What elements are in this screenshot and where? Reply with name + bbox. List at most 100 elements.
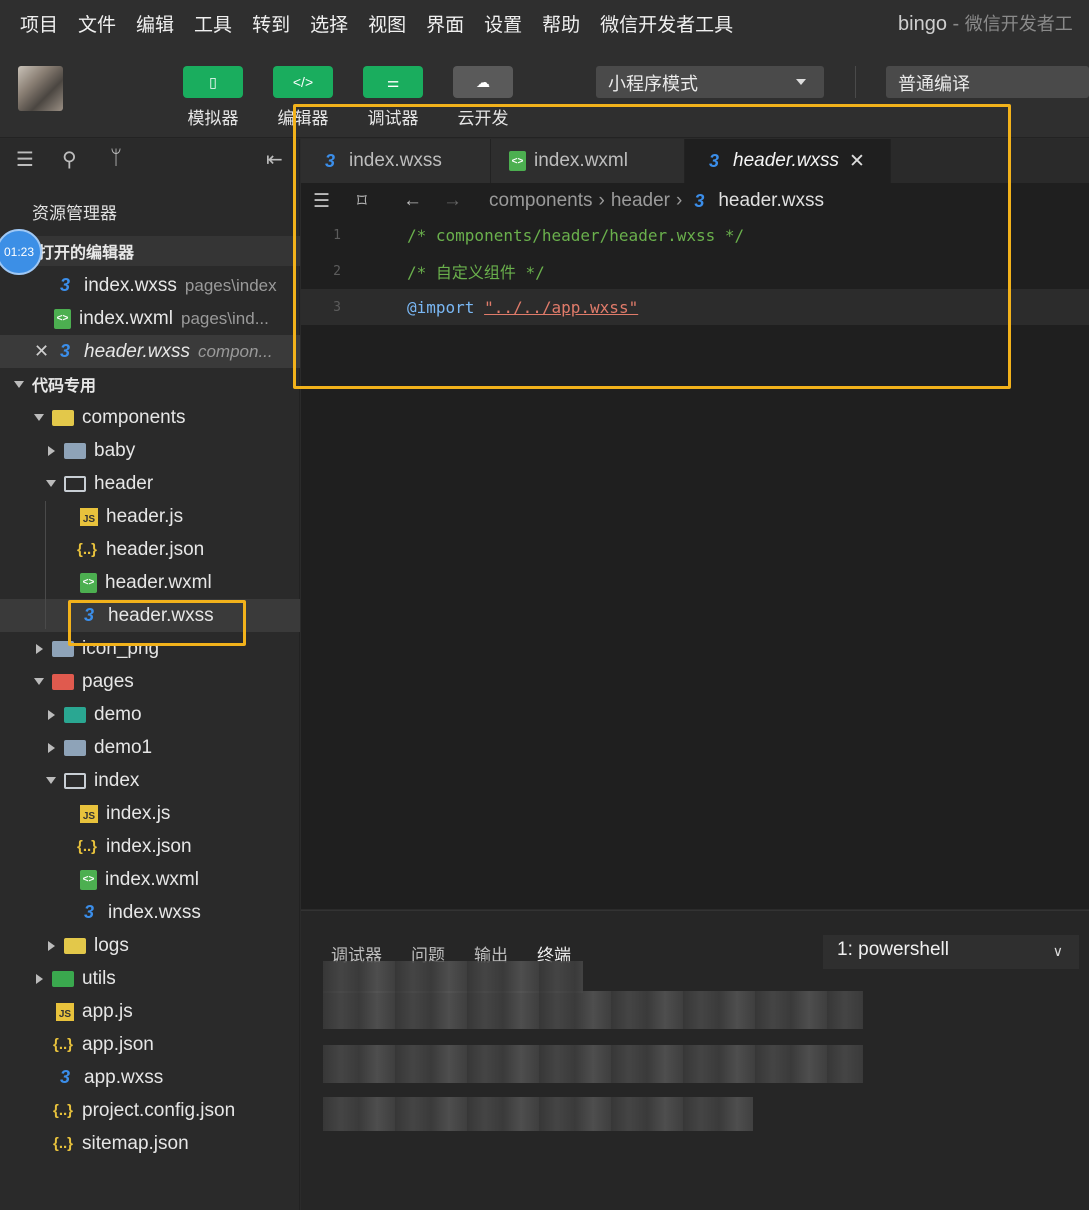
tree-label: demo1	[94, 736, 153, 758]
json-file-icon: {..}	[76, 838, 97, 855]
tree-folder-demo[interactable]: demo	[0, 698, 300, 731]
wxml-file-icon: <>	[80, 572, 97, 593]
tree-file-index-wxml[interactable]: <> index.wxml	[0, 863, 300, 896]
tree-folder-header[interactable]: header	[0, 467, 300, 500]
menu-view[interactable]: 视图	[358, 10, 416, 37]
tree-file-index-wxss[interactable]: 3 index.wxss	[0, 896, 300, 929]
tree-label: index	[94, 769, 140, 791]
tree-file-project-config[interactable]: {..} project.config.json	[0, 1094, 300, 1127]
menu-project[interactable]: 项目	[0, 10, 68, 37]
menu-devtools[interactable]: 微信开发者工具	[590, 10, 743, 37]
chevron-down-icon	[44, 480, 58, 487]
sliders-icon: ⚌	[386, 73, 400, 90]
js-file-icon: JS	[80, 507, 98, 526]
source-control-icon[interactable]: ᛘ	[110, 147, 122, 170]
tree-folder-utils[interactable]: utils	[0, 962, 300, 995]
project-section-header[interactable]: 代码专用	[0, 369, 300, 399]
tree-indent-guide	[45, 501, 46, 629]
blurred-terminal-output	[323, 961, 583, 993]
project-name: bingo	[898, 13, 947, 35]
wxml-file-icon: <>	[54, 308, 71, 329]
tree-label: header.json	[106, 538, 205, 560]
blurred-terminal-output	[323, 1045, 863, 1083]
tree-label: project.config.json	[82, 1099, 236, 1121]
collapse-icon[interactable]: ⇤	[266, 147, 283, 172]
menu-interface[interactable]: 界面	[416, 10, 474, 37]
chevron-down-icon	[796, 79, 806, 85]
simulator-tool[interactable]: ▯ 模拟器	[183, 66, 243, 129]
open-editor-item[interactable]: <> index.wxml pages\ind...	[0, 302, 300, 335]
simulator-label: 模拟器	[187, 109, 239, 128]
terminal-select-value: 1: powershell	[837, 939, 949, 960]
list-icon[interactable]: ☰	[16, 147, 34, 172]
json-file-icon: {..}	[52, 1036, 73, 1053]
tree-label: pages	[82, 670, 134, 692]
css-file-icon: 3	[59, 275, 70, 295]
tree-file-sitemap[interactable]: {..} sitemap.json	[0, 1127, 300, 1160]
app-name: 微信开发者工	[964, 14, 1073, 34]
components-folder-icon	[52, 409, 74, 426]
terminal-select[interactable]: 1: powershell ∨	[823, 935, 1079, 969]
avatar[interactable]	[18, 66, 63, 111]
tree-file-index-js[interactable]: JS index.js	[0, 797, 300, 830]
tree-file-app-json[interactable]: {..} app.json	[0, 1028, 300, 1061]
tree-file-app-js[interactable]: JS app.js	[0, 995, 300, 1028]
js-file-icon: JS	[80, 804, 98, 823]
pages-folder-icon	[52, 673, 74, 690]
close-icon[interactable]: ✕	[34, 341, 49, 362]
open-editor-item[interactable]: 3 index.wxss pages\index	[0, 269, 300, 302]
json-file-icon: {..}	[52, 1102, 73, 1119]
tree-folder-baby[interactable]: baby	[0, 434, 300, 467]
open-editor-item-active[interactable]: ✕ 3 header.wxss compon...	[0, 335, 300, 368]
js-file-icon: JS	[56, 1002, 74, 1021]
chevron-down-icon: ∨	[1052, 943, 1063, 959]
tree-label: index.json	[106, 835, 192, 857]
explorer-sidebar: ☰ ⚲ ᛘ ⇤ 资源管理器 打开的编辑器 3 index.wxss pages\…	[0, 139, 300, 1210]
tree-folder-logs[interactable]: logs	[0, 929, 300, 962]
menu-tools[interactable]: 工具	[184, 10, 242, 37]
css-file-icon: 3	[83, 902, 94, 922]
tree-label: header.js	[106, 505, 184, 527]
chevron-right-icon	[44, 445, 58, 456]
toolbar-divider	[855, 66, 856, 98]
folder-open-icon	[64, 772, 86, 789]
simulator-button[interactable]: ▯	[183, 66, 243, 98]
title-separator: -	[946, 13, 965, 35]
tree-label: index.js	[106, 802, 171, 824]
folder-icon	[64, 442, 86, 459]
search-icon[interactable]: ⚲	[62, 147, 77, 172]
debugger-button[interactable]: ⚌	[363, 66, 423, 98]
editor-button[interactable]: </>	[273, 66, 333, 98]
sidebar-toolbar: ☰ ⚲ ᛘ ⇤	[0, 139, 300, 181]
tree-file-app-wxss[interactable]: 3 app.wxss	[0, 1061, 300, 1094]
menu-goto[interactable]: 转到	[242, 10, 300, 37]
folder-icon	[52, 970, 74, 987]
chevron-down-icon	[32, 414, 46, 421]
json-file-icon: {..}	[52, 1135, 73, 1152]
tree-label: index.wxml	[105, 868, 199, 890]
compile-select[interactable]: 普通编译	[886, 66, 1089, 98]
tree-label: app.js	[82, 1000, 133, 1022]
open-editors-header[interactable]: 打开的编辑器	[0, 236, 300, 266]
image-folder-icon	[64, 706, 86, 723]
menu-select[interactable]: 选择	[300, 10, 358, 37]
phone-icon: ▯	[209, 73, 217, 90]
tree-label: header	[94, 472, 154, 494]
tree-folder-components[interactable]: components	[0, 401, 300, 434]
chevron-right-icon	[44, 940, 58, 951]
menu-help[interactable]: 帮助	[532, 10, 590, 37]
tree-folder-pages[interactable]: pages	[0, 665, 300, 698]
menu-settings[interactable]: 设置	[474, 10, 532, 37]
tree-folder-demo1[interactable]: demo1	[0, 731, 300, 764]
project-label: 代码专用	[32, 378, 97, 395]
menu-file[interactable]: 文件	[68, 10, 126, 37]
menu-edit[interactable]: 编辑	[126, 10, 184, 37]
cloud-button[interactable]: ☁	[453, 66, 513, 98]
tree-folder-index[interactable]: index	[0, 764, 300, 797]
tree-file-index-json[interactable]: {..} index.json	[0, 830, 300, 863]
chevron-right-icon	[32, 643, 46, 654]
mode-select[interactable]: 小程序模式	[596, 66, 824, 98]
open-editor-path: compon...	[197, 341, 273, 361]
tree-label: utils	[82, 967, 116, 989]
open-editor-name: index.wxml	[79, 307, 173, 329]
